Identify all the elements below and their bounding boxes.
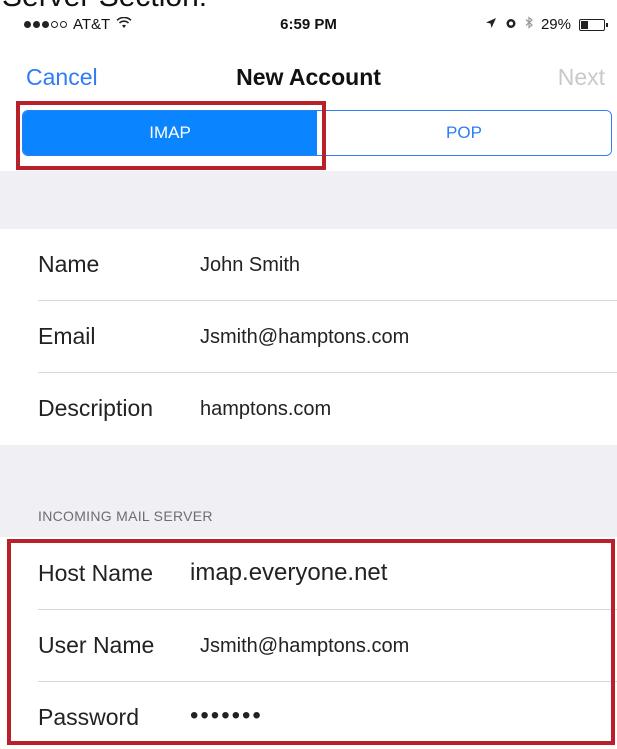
alarm-icon bbox=[505, 16, 517, 33]
imap-highlight-box bbox=[16, 101, 326, 170]
battery-icon bbox=[579, 18, 608, 31]
name-row[interactable]: Name John Smith bbox=[38, 229, 617, 301]
description-label: Description bbox=[38, 395, 154, 421]
bluetooth-icon bbox=[525, 16, 533, 33]
status-right: 29% bbox=[485, 16, 608, 33]
next-button[interactable]: Next bbox=[558, 64, 605, 91]
description-row[interactable]: Description hamptons.com bbox=[38, 373, 617, 445]
location-arrow-icon bbox=[485, 16, 497, 33]
status-bar: AT&T 6:59 PM 29% bbox=[0, 10, 617, 42]
incoming-mail-server-header: INCOMING MAIL SERVER bbox=[38, 508, 213, 524]
name-field[interactable]: John Smith bbox=[200, 254, 300, 277]
server-highlight-box bbox=[7, 539, 615, 745]
email-row[interactable]: Email Jsmith@hamptons.com bbox=[38, 301, 617, 373]
email-label: Email bbox=[38, 323, 96, 349]
email-field[interactable]: Jsmith@hamptons.com bbox=[200, 326, 409, 349]
description-field[interactable]: hamptons.com bbox=[200, 398, 331, 421]
page-title: New Account bbox=[236, 64, 381, 90]
name-label: Name bbox=[38, 251, 100, 277]
navigation-bar: Cancel New Account Next bbox=[0, 58, 617, 98]
segment-pop[interactable]: POP bbox=[317, 111, 611, 155]
section-spacer bbox=[0, 171, 617, 229]
account-details-group: Name John Smith Email Jsmith@hamptons.co… bbox=[0, 229, 617, 445]
battery-percent: 29% bbox=[540, 16, 571, 33]
